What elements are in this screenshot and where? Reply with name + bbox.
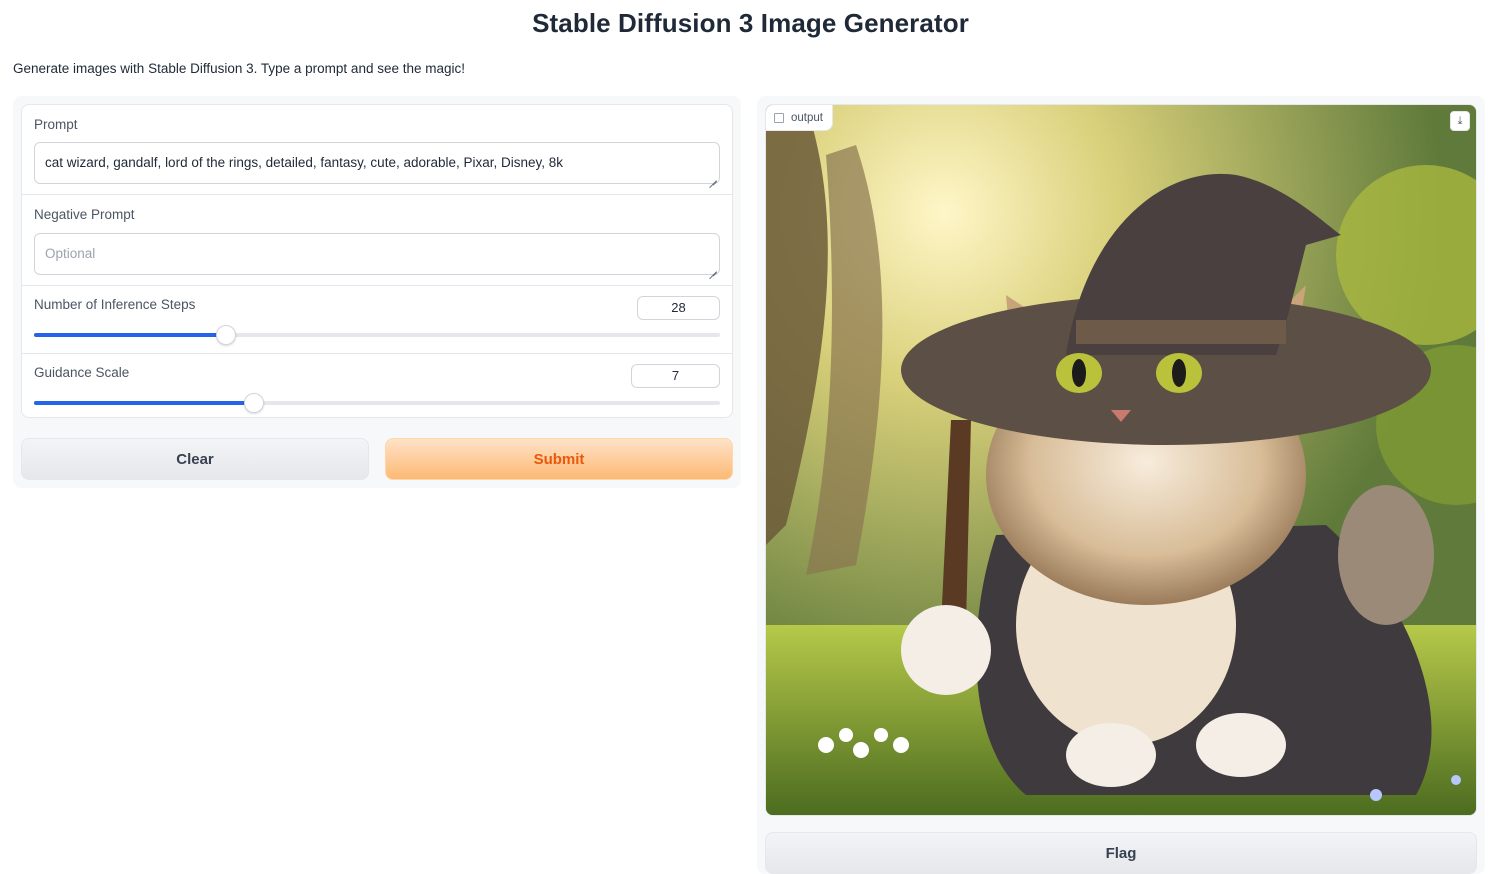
flag-button[interactable]: Flag	[765, 832, 1477, 874]
negative-prompt-placeholder: Optional	[45, 246, 96, 261]
output-label: output	[791, 111, 823, 124]
negative-prompt-input[interactable]: Optional	[34, 233, 720, 275]
guidance-slider[interactable]	[34, 393, 720, 413]
guidance-number-input[interactable]: 7	[631, 364, 720, 388]
resize-handle-icon[interactable]	[709, 264, 717, 272]
submit-button[interactable]: Submit	[385, 438, 733, 480]
steps-slider[interactable]	[34, 325, 720, 345]
resize-handle-icon[interactable]	[709, 173, 717, 181]
input-form: Prompt cat wizard, gandalf, lord of the …	[21, 104, 733, 418]
guidance-slider-thumb[interactable]	[244, 393, 264, 413]
guidance-label: Guidance Scale	[34, 365, 130, 380]
prompt-input[interactable]: cat wizard, gandalf, lord of the rings, …	[34, 142, 720, 184]
guidance-block: Guidance Scale 7	[22, 354, 732, 417]
output-image-container: output ⤓	[765, 104, 1477, 816]
steps-label: Number of Inference Steps	[34, 297, 196, 312]
output-label-tag: output	[766, 105, 833, 131]
steps-block: Number of Inference Steps 28	[22, 286, 732, 354]
output-image	[766, 105, 1476, 815]
download-icon[interactable]: ⤓	[1450, 111, 1470, 131]
clear-button[interactable]: Clear	[21, 438, 369, 480]
page-title: Stable Diffusion 3 Image Generator	[532, 8, 969, 38]
negative-prompt-block: Negative Prompt Optional	[22, 195, 732, 286]
page-description: Generate images with Stable Diffusion 3.…	[13, 61, 466, 76]
image-icon	[774, 112, 784, 123]
steps-slider-thumb[interactable]	[216, 325, 236, 345]
steps-number-input[interactable]: 28	[637, 296, 720, 320]
prompt-block: Prompt cat wizard, gandalf, lord of the …	[22, 105, 732, 195]
steps-slider-fill	[34, 333, 226, 337]
guidance-slider-fill	[34, 401, 254, 405]
input-panel: Prompt cat wizard, gandalf, lord of the …	[13, 96, 741, 488]
prompt-label: Prompt	[34, 117, 78, 132]
prompt-input-value: cat wizard, gandalf, lord of the rings, …	[45, 155, 564, 170]
output-panel: output ⤓ Flag	[757, 96, 1485, 874]
negative-prompt-label: Negative Prompt	[34, 207, 135, 222]
